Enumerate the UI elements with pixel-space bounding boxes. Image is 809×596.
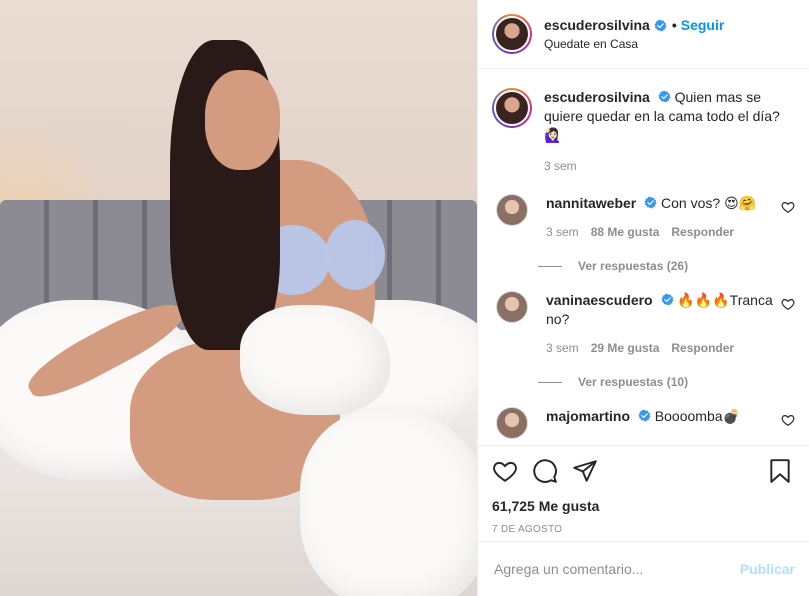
duvet <box>300 410 477 596</box>
verified-badge-icon <box>658 90 671 103</box>
author-username[interactable]: escuderosilvina <box>544 17 650 33</box>
commenter-avatar[interactable] <box>496 407 528 439</box>
caption-avatar[interactable] <box>492 88 532 128</box>
comment-text: Con vos? 😍🤗 <box>661 195 757 211</box>
post-caption: escuderosilvina Quien mas se quiere qued… <box>492 88 795 176</box>
commenter-avatar[interactable] <box>496 291 528 323</box>
pillow-center <box>240 305 390 415</box>
view-replies-label: Ver respuestas (26) <box>578 259 689 273</box>
share-icon[interactable] <box>572 458 598 484</box>
likes-count[interactable]: 61,725 Me gusta <box>492 498 793 514</box>
replies-divider <box>538 265 562 267</box>
post-side-panel: escuderosilvina • Seguir Quedate en Casa… <box>477 0 809 596</box>
reply-button[interactable]: Responder <box>671 341 734 355</box>
commenter-username[interactable]: majomartino <box>546 408 630 424</box>
face <box>205 70 280 170</box>
caption-username[interactable]: escuderosilvina <box>544 89 650 105</box>
comment-likes[interactable]: 88 Me gusta <box>591 225 660 239</box>
comment-icon[interactable] <box>532 458 558 484</box>
view-replies-button[interactable]: Ver respuestas (10) <box>538 375 795 389</box>
add-comment-bar: Publicar <box>478 541 809 596</box>
commenter-username[interactable]: vaninaescudero <box>546 292 653 308</box>
instagram-post: escuderosilvina • Seguir Quedate en Casa… <box>0 0 809 596</box>
comment-likes[interactable]: 29 Me gusta <box>591 341 660 355</box>
verified-badge-icon <box>644 196 657 209</box>
comment-like-heart-icon[interactable] <box>781 200 795 214</box>
comment-input[interactable] <box>494 561 740 577</box>
comment-time[interactable]: 3 sem <box>546 225 579 239</box>
view-replies-button[interactable]: Ver respuestas (26) <box>538 259 795 273</box>
verified-badge-icon <box>654 19 667 31</box>
publish-button[interactable]: Publicar <box>740 561 795 577</box>
verified-badge-icon <box>660 293 674 306</box>
comment-item: majomartino Boooomba💣 <box>492 407 795 439</box>
commenter-username[interactable]: nannitaweber <box>546 195 636 211</box>
comment-like-heart-icon[interactable] <box>781 297 795 311</box>
view-replies-label: Ver respuestas (10) <box>578 375 689 389</box>
replies-divider <box>538 381 562 383</box>
post-photo[interactable] <box>0 0 477 596</box>
comment-item: vaninaescudero 🔥🔥🔥Tranca no? 3 sem 29 Me… <box>492 291 795 355</box>
commenter-avatar[interactable] <box>496 194 528 226</box>
post-actions: 61,725 Me gusta 7 DE AGOSTO <box>478 445 809 535</box>
comment-text: Boooomba💣 <box>654 408 740 424</box>
comment-time[interactable]: 3 sem <box>546 341 579 355</box>
separator-dot: • <box>671 17 677 33</box>
author-meta: escuderosilvina • Seguir Quedate en Casa <box>544 17 724 51</box>
post-date[interactable]: 7 DE AGOSTO <box>492 524 793 535</box>
post-header: escuderosilvina • Seguir Quedate en Casa <box>478 0 809 69</box>
comment-like-heart-icon[interactable] <box>781 413 795 427</box>
author-avatar[interactable] <box>492 14 532 54</box>
heart-icon[interactable] <box>492 458 518 484</box>
bookmark-icon[interactable] <box>767 458 793 484</box>
comments-list[interactable]: escuderosilvina Quien mas se quiere qued… <box>478 70 809 445</box>
follow-button[interactable]: Seguir <box>681 17 725 33</box>
reply-button[interactable]: Responder <box>671 225 734 239</box>
post-location[interactable]: Quedate en Casa <box>544 37 724 51</box>
caption-time[interactable]: 3 sem <box>544 157 792 176</box>
verified-badge-icon <box>638 409 651 422</box>
lingerie-right <box>325 220 385 290</box>
comment-item: nannitaweber Con vos? 😍🤗 3 sem 88 Me gus… <box>492 194 795 239</box>
